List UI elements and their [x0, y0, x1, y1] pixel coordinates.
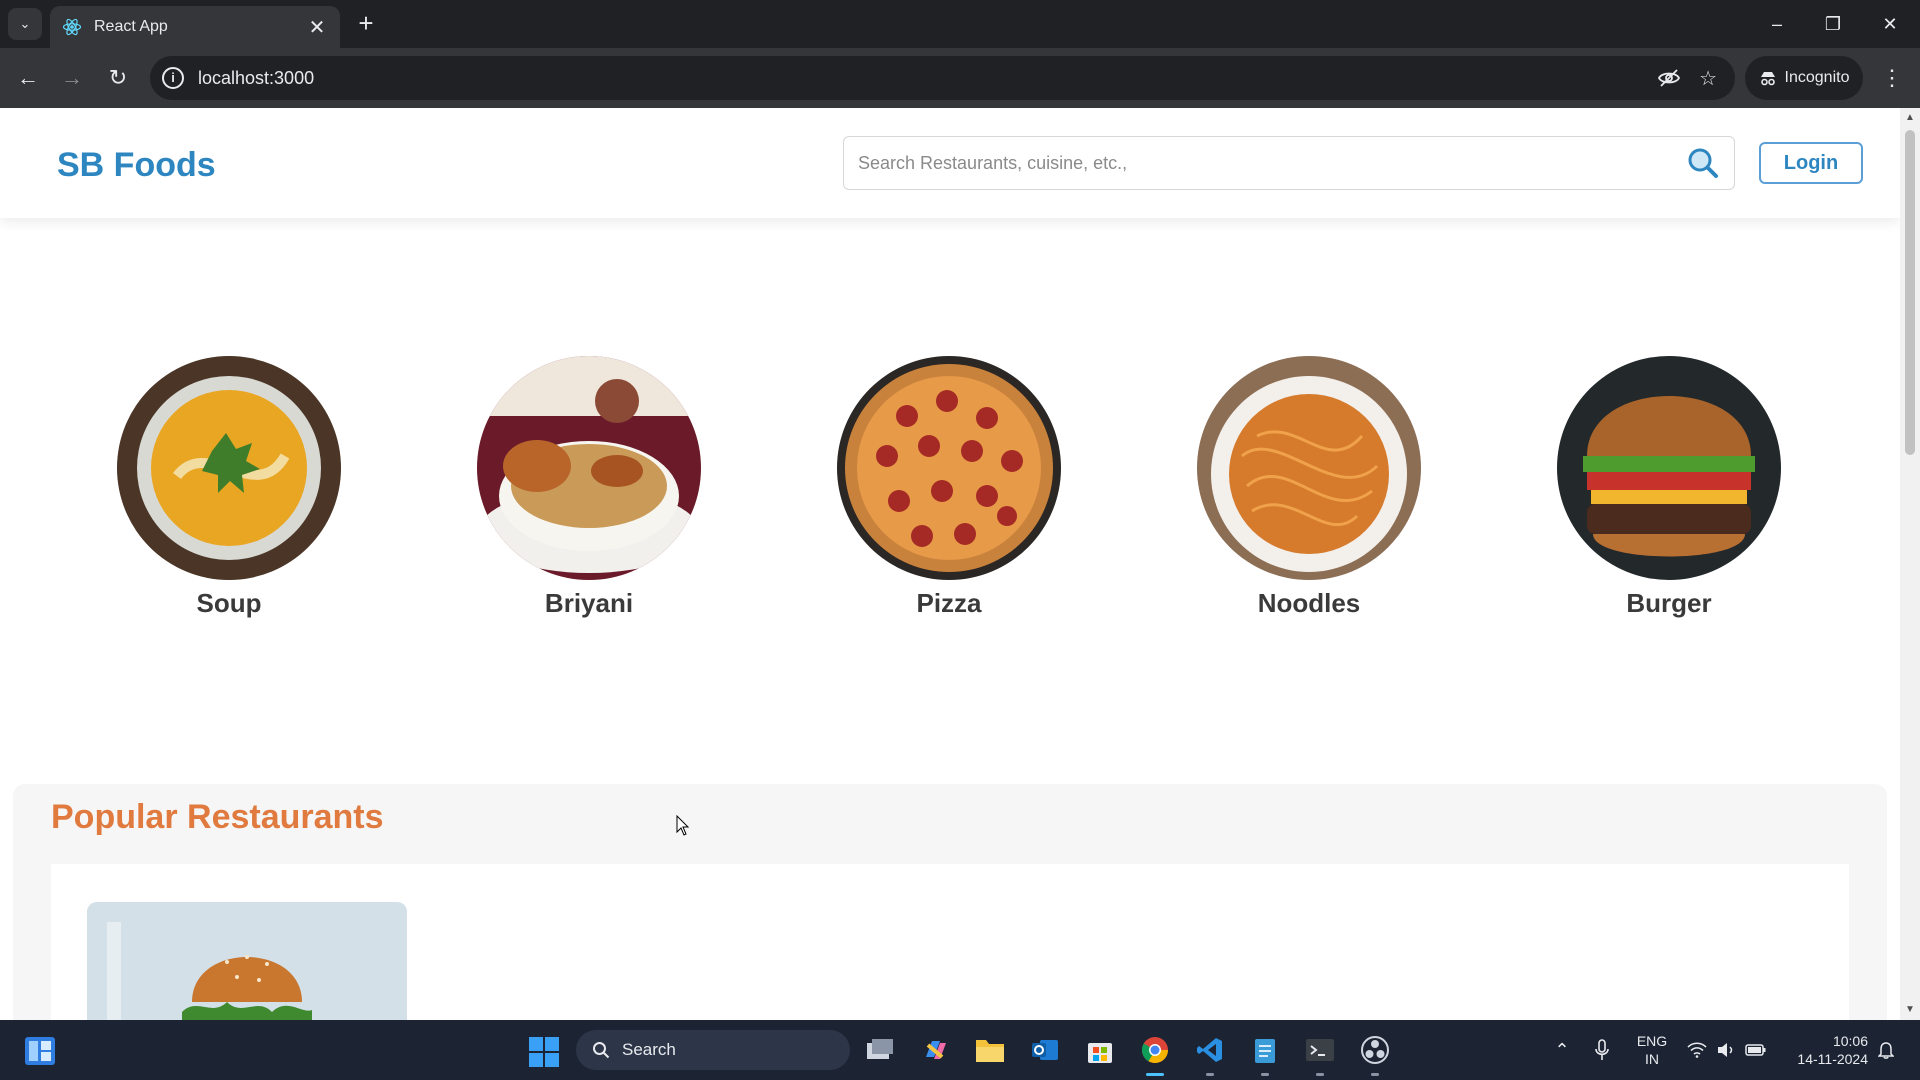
browser-tab[interactable]: React App ✕	[50, 6, 340, 48]
chrome-icon[interactable]	[1137, 1032, 1173, 1076]
burger-image[interactable]	[1557, 356, 1781, 580]
site-search-box	[843, 136, 1735, 190]
notification-bell-icon[interactable]	[1874, 1020, 1898, 1080]
obs-icon[interactable]	[1357, 1032, 1393, 1076]
volume-icon[interactable]	[1714, 1020, 1738, 1080]
clock-date: 14-11-2024	[1797, 1051, 1868, 1067]
clock-time: 10:06	[1832, 1033, 1868, 1049]
address-bar[interactable]: i localhost:3000 ☆	[150, 56, 1735, 100]
react-icon	[62, 18, 82, 36]
search-input[interactable]	[844, 137, 1686, 189]
noodles-image[interactable]	[1197, 356, 1421, 580]
page-viewport: SB Foods Login Soup	[0, 108, 1920, 1020]
category-noodles[interactable]: Noodles	[1197, 356, 1421, 619]
scroll-down-icon[interactable]: ▼	[1900, 1002, 1920, 1018]
category-label: Briyani	[544, 588, 634, 618]
windows-taskbar: Search ⌃ ENG IN 10:06 14-11-2024	[0, 1020, 1920, 1080]
language-indicator[interactable]: ENG IN	[1630, 1032, 1674, 1068]
briyani-image[interactable]	[477, 356, 701, 580]
back-icon[interactable]: ←	[14, 64, 42, 92]
section-title: Popular Restaurants	[51, 798, 384, 836]
windows-start-icon[interactable]	[528, 1036, 560, 1068]
microphone-icon[interactable]	[1590, 1020, 1614, 1080]
category-burger[interactable]: Burger	[1557, 356, 1781, 619]
scroll-up-icon[interactable]: ▲	[1900, 110, 1920, 126]
open-app-indicator	[1261, 1073, 1269, 1076]
battery-icon[interactable]	[1744, 1020, 1768, 1080]
search-icon[interactable]	[1686, 146, 1720, 180]
address-url[interactable]: localhost:3000	[198, 68, 1657, 89]
bookmark-star-icon[interactable]: ☆	[1699, 66, 1717, 91]
category-label: Pizza	[916, 588, 982, 618]
category-label: Noodles	[1257, 588, 1361, 618]
page-scrollbar[interactable]: ▲ ▼	[1900, 108, 1920, 1020]
taskbar-search-label: Search	[622, 1040, 676, 1059]
task-view-icon[interactable]	[862, 1032, 898, 1068]
notepad-icon[interactable]	[1247, 1032, 1283, 1076]
site-info-icon[interactable]: i	[162, 67, 184, 89]
scroll-thumb[interactable]	[1905, 130, 1915, 455]
site-logo[interactable]: SB Foods	[57, 146, 216, 185]
open-app-indicator	[1371, 1073, 1379, 1076]
pizza-image[interactable]	[837, 356, 1061, 580]
close-tab-icon[interactable]: ✕	[306, 15, 328, 40]
category-briyani[interactable]: Briyani	[477, 356, 701, 619]
new-tab-button[interactable]: +	[352, 10, 380, 38]
close-window-icon[interactable]: ✕	[1870, 10, 1910, 38]
soup-image[interactable]	[117, 356, 341, 580]
copilot-icon[interactable]	[917, 1032, 953, 1068]
taskbar-search[interactable]: Search	[576, 1030, 850, 1070]
tab-search-button[interactable]: ⌄	[8, 8, 42, 40]
category-soup[interactable]: Soup	[117, 356, 341, 619]
restore-icon[interactable]: ❐	[1813, 10, 1853, 38]
outlook-icon[interactable]	[1027, 1032, 1063, 1068]
vscode-icon[interactable]	[1192, 1032, 1228, 1076]
browser-toolbar: ← → ↻ i localhost:3000 ☆ Incognito ⋮	[0, 48, 1920, 108]
active-app-indicator	[1146, 1073, 1164, 1076]
category-label: Soup	[196, 588, 262, 618]
restaurant-card[interactable]	[87, 902, 407, 1020]
restaurant-list	[51, 864, 1849, 1020]
browser-menu-icon[interactable]: ⋮	[1880, 62, 1904, 94]
browser-tab-strip: ⌄ React App ✕ + – ❐ ✕	[0, 0, 1920, 48]
incognito-icon	[1760, 72, 1775, 86]
site-header: SB Foods Login	[0, 108, 1900, 218]
incognito-label: Incognito	[1784, 69, 1850, 86]
file-explorer-icon[interactable]	[972, 1032, 1008, 1068]
terminal-icon[interactable]	[1302, 1032, 1338, 1076]
widgets-icon[interactable]	[24, 1036, 56, 1066]
incognito-badge[interactable]: Incognito	[1745, 56, 1863, 100]
reload-icon[interactable]: ↻	[104, 64, 132, 92]
forward-icon[interactable]: →	[58, 64, 86, 92]
open-app-indicator	[1316, 1073, 1324, 1076]
region-code: IN	[1645, 1051, 1659, 1067]
minimize-icon[interactable]: –	[1757, 10, 1797, 38]
category-pizza[interactable]: Pizza	[837, 356, 1061, 619]
eye-off-icon[interactable]	[1657, 66, 1681, 90]
popular-restaurants-section: Popular Restaurants	[13, 784, 1887, 1020]
mouse-cursor-icon	[676, 815, 690, 836]
chevron-down-icon: ⌄	[19, 16, 31, 31]
restaurant-image[interactable]	[87, 902, 407, 1020]
language-code: ENG	[1636, 1033, 1668, 1049]
microsoft-store-icon[interactable]	[1082, 1032, 1118, 1068]
chevron-up-icon[interactable]: ⌃	[1550, 1020, 1574, 1080]
clock[interactable]: 10:06 14-11-2024	[1776, 1032, 1868, 1068]
search-icon	[593, 1042, 610, 1059]
tab-title: React App	[94, 18, 168, 35]
category-label: Burger	[1626, 588, 1712, 618]
open-app-indicator	[1206, 1073, 1214, 1076]
wifi-icon[interactable]	[1685, 1020, 1709, 1080]
login-button[interactable]: Login	[1759, 142, 1863, 184]
